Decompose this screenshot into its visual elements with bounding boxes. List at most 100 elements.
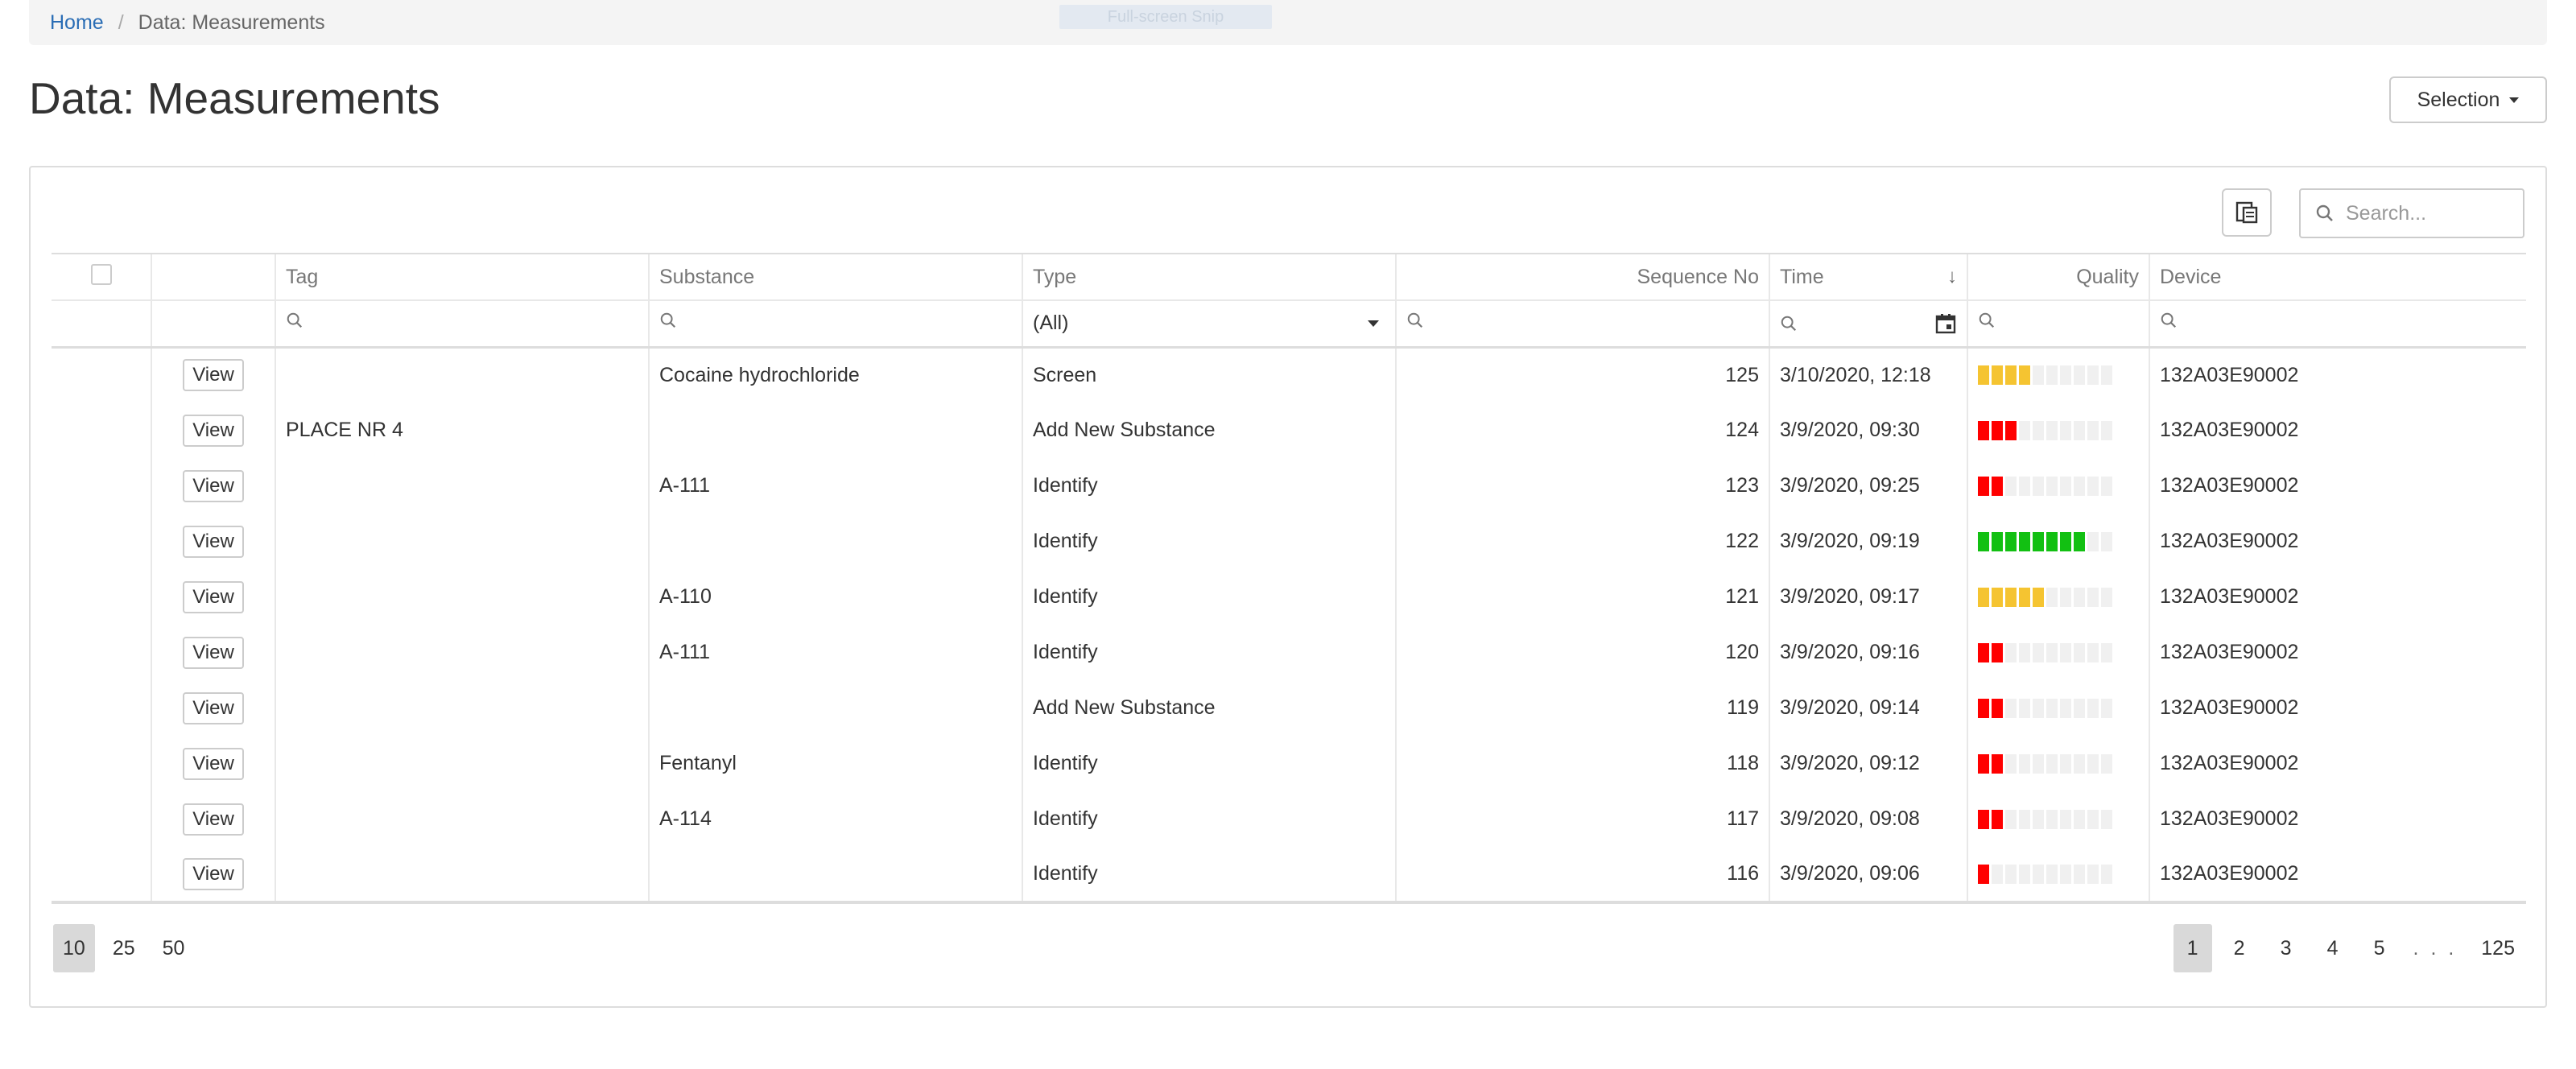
quality-bar-segment bbox=[2005, 587, 2017, 607]
quality-bar-segment bbox=[2087, 420, 2099, 440]
header-time-cell[interactable]: Time ↓ bbox=[1769, 253, 1967, 301]
quality-bar-segment bbox=[2019, 587, 2030, 607]
cell-tag bbox=[275, 347, 649, 402]
table-row[interactable]: View Identify 116 3/9/2020, 09:06 132A03E900… bbox=[52, 847, 2526, 904]
calendar-icon[interactable] bbox=[1934, 312, 1957, 335]
cell-tag bbox=[275, 736, 649, 791]
table-row[interactable]: View A-111 Identify 123 3/9/2020, 09:25 132A0… bbox=[52, 458, 2526, 514]
page-button[interactable]: 1 bbox=[2173, 924, 2212, 972]
cell-type: Identify bbox=[1022, 791, 1396, 847]
page-size-option[interactable]: 25 bbox=[103, 924, 145, 972]
cell-sequence-no: 119 bbox=[1395, 680, 1769, 736]
header-substance[interactable]: Substance bbox=[648, 253, 1022, 301]
table-row[interactable]: View PLACE NR 4 Add New Substance 124 3/9/20… bbox=[52, 402, 2526, 458]
filter-substance[interactable] bbox=[648, 300, 1022, 349]
view-button[interactable]: View bbox=[183, 580, 244, 613]
table-row[interactable]: View Identify 122 3/9/2020, 09:19 132A03E900… bbox=[52, 514, 2526, 569]
quality-bar-segment bbox=[1992, 753, 2003, 774]
cell-substance: A-110 bbox=[648, 569, 1022, 625]
quality-bar-segment bbox=[1992, 420, 2003, 440]
header-quality[interactable]: Quality bbox=[1967, 253, 2149, 301]
cell-substance bbox=[648, 514, 1022, 569]
quality-meter bbox=[1978, 587, 2139, 607]
cell-quality bbox=[1967, 514, 2149, 569]
quality-meter bbox=[1978, 365, 2139, 386]
view-button[interactable]: View bbox=[183, 525, 244, 558]
cell-time: 3/9/2020, 09:12 bbox=[1769, 736, 1967, 791]
view-button[interactable]: View bbox=[183, 359, 244, 392]
table-row[interactable]: View A-111 Identify 120 3/9/2020, 09:16 132A0… bbox=[52, 625, 2526, 680]
page-button[interactable]: 4 bbox=[2314, 924, 2352, 972]
filter-sequence-no[interactable] bbox=[1395, 300, 1769, 349]
table-row[interactable]: View Cocaine hydrochloride Screen 125 3/10/2… bbox=[52, 347, 2526, 402]
breadcrumb-home-link[interactable]: Home bbox=[50, 11, 104, 35]
row-actions-cell: View bbox=[151, 847, 275, 904]
quality-bar-segment bbox=[1978, 642, 1989, 662]
row-select-cell bbox=[52, 847, 151, 904]
cell-device: 132A03E90002 bbox=[2149, 514, 2526, 569]
quality-bar-segment bbox=[2060, 476, 2071, 496]
quality-bar-segment bbox=[2087, 476, 2099, 496]
header-device[interactable]: Device bbox=[2149, 253, 2526, 301]
page-size-option[interactable]: 10 bbox=[53, 924, 95, 972]
quality-meter bbox=[1978, 753, 2139, 774]
filter-tag[interactable] bbox=[275, 300, 649, 349]
page-button[interactable]: 3 bbox=[2267, 924, 2306, 972]
select-all-checkbox[interactable] bbox=[90, 263, 112, 285]
search-icon bbox=[1781, 316, 1797, 331]
quality-meter bbox=[1978, 476, 2139, 496]
quality-bar-segment bbox=[1992, 864, 2003, 884]
header-tag[interactable]: Tag bbox=[275, 253, 649, 301]
cell-substance bbox=[648, 847, 1022, 904]
page-button[interactable]: 2 bbox=[2220, 924, 2259, 972]
quality-bar-segment bbox=[2101, 587, 2112, 607]
search-input[interactable] bbox=[2346, 201, 2507, 225]
view-button[interactable]: View bbox=[183, 803, 244, 836]
cell-tag bbox=[275, 458, 649, 514]
cell-sequence-no: 118 bbox=[1395, 736, 1769, 791]
quality-bar-segment bbox=[2074, 587, 2085, 607]
cell-tag bbox=[275, 625, 649, 680]
quality-bar-segment bbox=[2060, 365, 2071, 386]
table-row[interactable]: View A-114 Identify 117 3/9/2020, 09:08 132A0… bbox=[52, 791, 2526, 847]
view-button[interactable]: View bbox=[183, 691, 244, 724]
filter-device[interactable] bbox=[2149, 300, 2526, 349]
quality-bar-segment bbox=[1992, 365, 2003, 386]
filter-type-select[interactable]: (All) bbox=[1022, 300, 1396, 349]
cell-tag: PLACE NR 4 bbox=[275, 402, 649, 458]
page-button[interactable]: 5 bbox=[2360, 924, 2399, 972]
header-sequence-no[interactable]: Sequence No bbox=[1395, 253, 1769, 301]
quality-bar-segment bbox=[2005, 753, 2017, 774]
view-button[interactable]: View bbox=[183, 414, 244, 447]
quality-bar-segment bbox=[2046, 420, 2058, 440]
cell-substance: Cocaine hydrochloride bbox=[648, 347, 1022, 402]
view-button[interactable]: View bbox=[183, 857, 244, 890]
cell-substance bbox=[648, 680, 1022, 736]
search-icon bbox=[1407, 312, 1423, 328]
row-select-cell bbox=[52, 347, 151, 402]
row-select-cell bbox=[52, 625, 151, 680]
quality-bar-segment bbox=[2046, 642, 2058, 662]
cell-tag bbox=[275, 791, 649, 847]
selection-dropdown-button[interactable]: Selection bbox=[2389, 76, 2547, 123]
table-row[interactable]: View Fentanyl Identify 118 3/9/2020, 09:12 13… bbox=[52, 736, 2526, 791]
cell-sequence-no: 124 bbox=[1395, 402, 1769, 458]
quality-bar-segment bbox=[2033, 809, 2044, 829]
cell-time: 3/9/2020, 09:16 bbox=[1769, 625, 1967, 680]
quality-bar-segment bbox=[2005, 642, 2017, 662]
quality-bar-segment bbox=[2074, 809, 2085, 829]
header-type[interactable]: Type bbox=[1022, 253, 1396, 301]
page-size-option[interactable]: 50 bbox=[153, 924, 195, 972]
page-button-last[interactable]: 125 bbox=[2471, 924, 2524, 972]
quality-bar-segment bbox=[2019, 698, 2030, 718]
quality-bar-segment bbox=[1978, 809, 1989, 829]
cell-quality bbox=[1967, 347, 2149, 402]
table-row[interactable]: View A-110 Identify 121 3/9/2020, 09:17 132A0… bbox=[52, 569, 2526, 625]
filter-quality[interactable] bbox=[1967, 300, 2149, 349]
filter-time[interactable] bbox=[1769, 300, 1967, 349]
view-button[interactable]: View bbox=[183, 469, 244, 502]
column-chooser-button[interactable] bbox=[2222, 188, 2272, 237]
view-button[interactable]: View bbox=[183, 747, 244, 780]
view-button[interactable]: View bbox=[183, 636, 244, 669]
table-row[interactable]: View Add New Substance 119 3/9/2020, 09:14 1… bbox=[52, 680, 2526, 736]
